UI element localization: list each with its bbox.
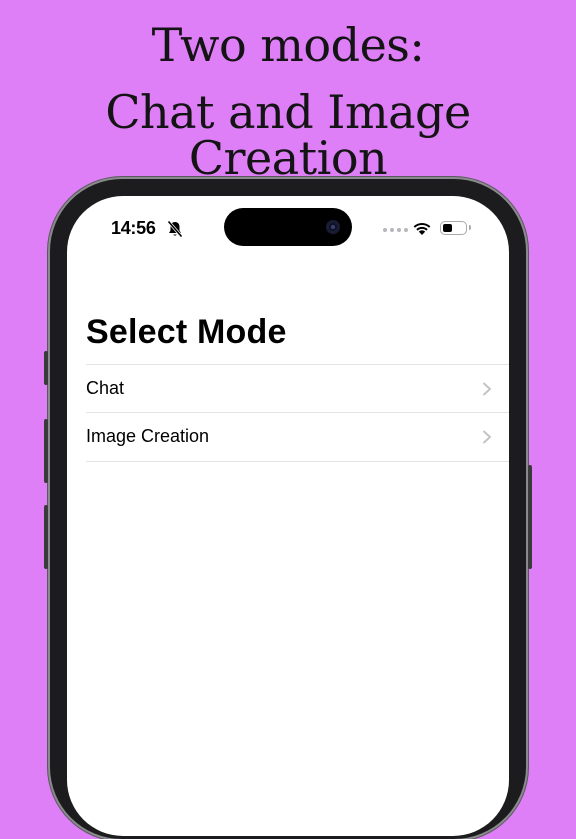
volume-down-button xyxy=(44,505,48,569)
mode-row-label: Chat xyxy=(86,378,125,398)
bell-slash-icon xyxy=(167,220,183,238)
wifi-icon xyxy=(413,222,431,235)
phone-screen: 14:56 Select Mode Chat Image Creation xyxy=(67,196,509,836)
battery-level-fill xyxy=(443,224,453,232)
headline-line-1: Two modes: xyxy=(151,18,425,72)
power-button xyxy=(528,465,532,569)
mode-list: Chat Image Creation xyxy=(86,364,509,462)
dynamic-island xyxy=(224,208,352,246)
front-camera-icon xyxy=(326,220,340,234)
mode-row-image-creation[interactable]: Image Creation xyxy=(86,412,509,462)
chevron-right-icon xyxy=(483,430,491,444)
signal-dots-icon xyxy=(383,228,408,232)
chevron-right-icon xyxy=(483,382,491,396)
page-title: Select Mode xyxy=(86,313,287,351)
headline-line-2: Chat and Image Creation xyxy=(105,85,471,185)
volume-up-button xyxy=(44,419,48,483)
action-button xyxy=(44,351,48,385)
mode-row-chat[interactable]: Chat xyxy=(86,364,509,412)
mode-row-label: Image Creation xyxy=(86,426,210,446)
phone-frame: 14:56 Select Mode Chat Image Creation xyxy=(44,179,532,839)
status-time: 14:56 xyxy=(111,218,156,238)
battery-icon xyxy=(440,221,471,235)
